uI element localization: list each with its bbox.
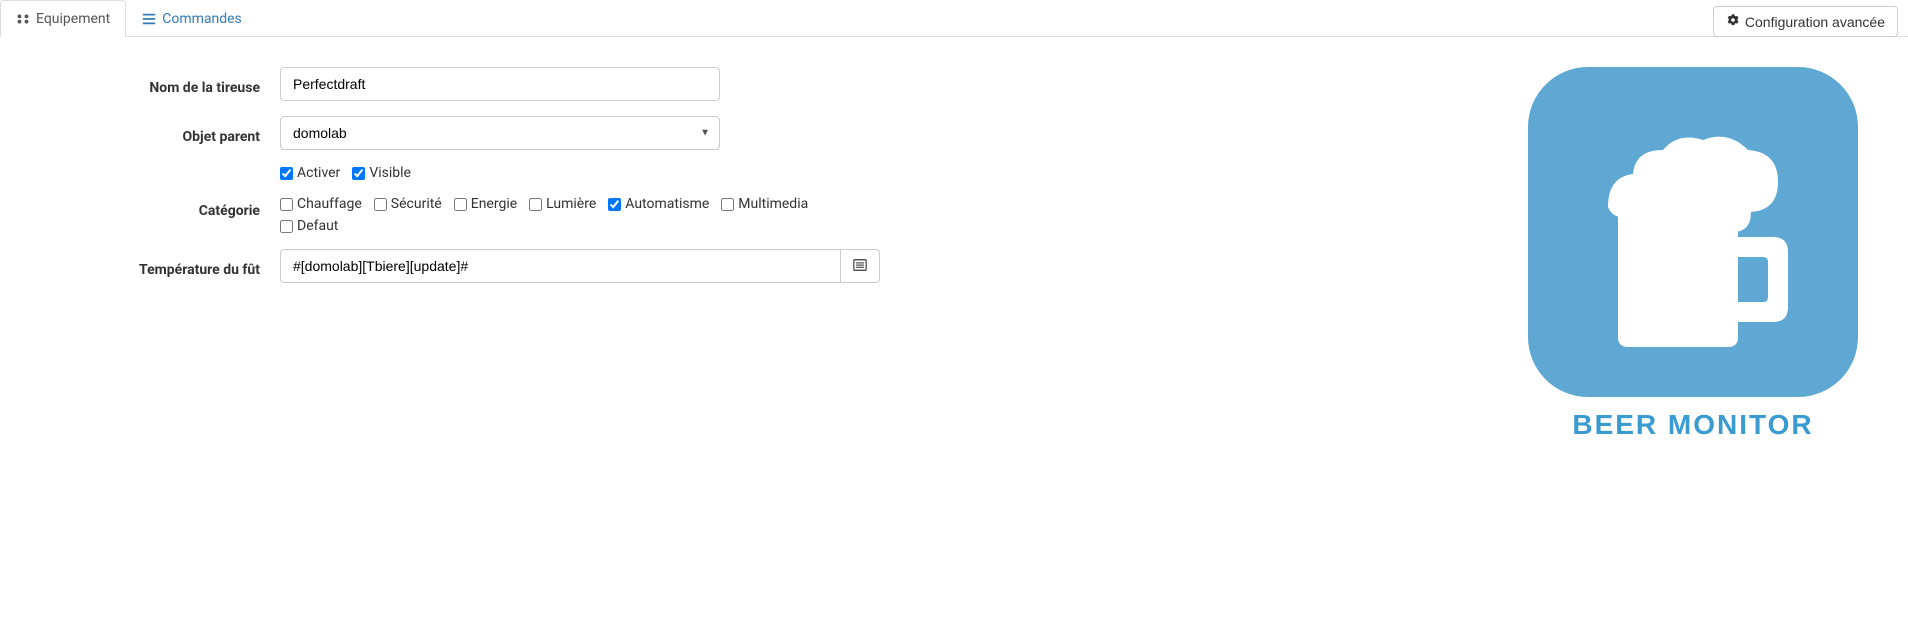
category-default-label[interactable]: Defaut bbox=[297, 218, 338, 234]
category-energy-label[interactable]: Energie bbox=[471, 196, 517, 212]
category-multimedia-label[interactable]: Multimedia bbox=[738, 196, 808, 212]
temperature-input[interactable] bbox=[280, 249, 840, 283]
category-automation-checkbox[interactable] bbox=[608, 198, 621, 211]
tab-commands[interactable]: Commandes bbox=[126, 0, 258, 37]
list-alt-icon bbox=[853, 258, 867, 275]
tab-equipment[interactable]: Equipement bbox=[0, 0, 126, 37]
category-default-checkbox[interactable] bbox=[280, 220, 293, 233]
category-security-checkbox[interactable] bbox=[374, 198, 387, 211]
form-section: Nom de la tireuse Objet parent domolab ▼ bbox=[0, 57, 1508, 451]
advanced-config-label: Configuration avancée bbox=[1745, 14, 1885, 30]
advanced-config-button[interactable]: Configuration avancée bbox=[1713, 6, 1898, 37]
dashboard-icon bbox=[16, 12, 30, 26]
name-label: Nom de la tireuse bbox=[20, 73, 280, 96]
logo-image bbox=[1528, 67, 1858, 397]
category-light-label[interactable]: Lumière bbox=[546, 196, 596, 212]
activate-label[interactable]: Activer bbox=[297, 165, 340, 181]
temperature-picker-button[interactable] bbox=[840, 249, 880, 283]
activate-checkbox[interactable] bbox=[280, 167, 293, 180]
tab-equipment-label: Equipement bbox=[36, 11, 110, 27]
visible-label[interactable]: Visible bbox=[369, 165, 411, 181]
visible-checkbox[interactable] bbox=[352, 167, 365, 180]
logo-text: BEER MONITOR bbox=[1572, 409, 1813, 441]
tab-bar: Equipement Commandes Configuration avanc… bbox=[0, 0, 1908, 37]
parent-select[interactable]: domolab bbox=[280, 116, 720, 150]
category-energy-checkbox[interactable] bbox=[454, 198, 467, 211]
gears-icon bbox=[1726, 13, 1740, 30]
parent-label: Objet parent bbox=[20, 122, 280, 145]
category-light-checkbox[interactable] bbox=[529, 198, 542, 211]
temperature-label: Température du fût bbox=[20, 255, 280, 278]
beer-mug-icon bbox=[1563, 102, 1823, 362]
name-input[interactable] bbox=[280, 67, 720, 101]
category-heating-checkbox[interactable] bbox=[280, 198, 293, 211]
category-label: Catégorie bbox=[20, 196, 280, 219]
category-security-label[interactable]: Sécurité bbox=[391, 196, 442, 212]
category-multimedia-checkbox[interactable] bbox=[721, 198, 734, 211]
list-icon bbox=[142, 12, 156, 26]
category-automation-label[interactable]: Automatisme bbox=[625, 196, 709, 212]
logo-section: BEER MONITOR bbox=[1508, 57, 1908, 451]
tab-commands-label: Commandes bbox=[162, 11, 242, 27]
category-heating-label[interactable]: Chauffage bbox=[297, 196, 362, 212]
